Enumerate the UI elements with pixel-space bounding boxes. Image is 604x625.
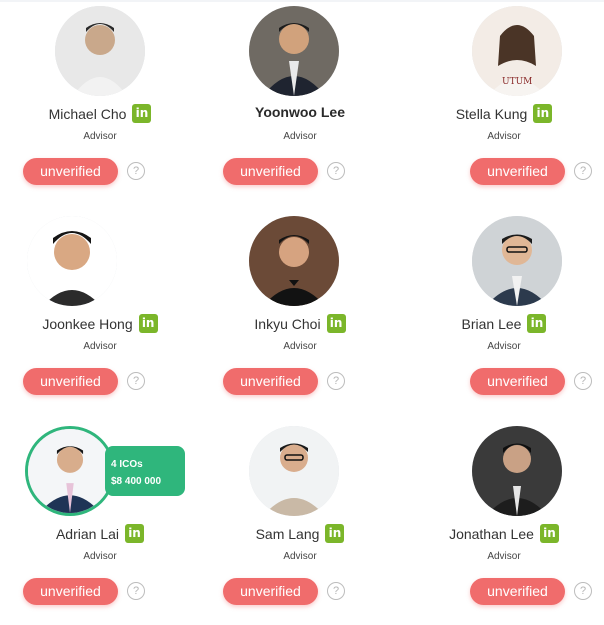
advisor-name: Adrian Lai bbox=[55, 525, 120, 542]
advisor-card: Sam Lang in Advisor unverified ? bbox=[200, 420, 400, 625]
avatar[interactable] bbox=[249, 216, 339, 306]
unverified-button[interactable]: unverified bbox=[23, 578, 118, 605]
avatar[interactable] bbox=[472, 426, 562, 516]
advisor-card: Joonkee Hong in Advisor unverified ? bbox=[0, 210, 200, 420]
question-circle-icon[interactable]: ? bbox=[327, 582, 345, 600]
avatar[interactable] bbox=[55, 6, 145, 96]
advisor-card: Jonathan Lee in Advisor unverified ? bbox=[404, 420, 604, 625]
advisor-name: Stella Kung bbox=[455, 105, 528, 122]
advisor-card: Brian Lee in Advisor unverified ? bbox=[404, 210, 604, 420]
advisor-role: Advisor bbox=[283, 551, 317, 562]
unverified-button[interactable]: unverified bbox=[470, 158, 565, 185]
advisor-name: Brian Lee bbox=[461, 315, 522, 332]
advisor-role: Advisor bbox=[487, 551, 521, 562]
unverified-button[interactable]: unverified bbox=[223, 578, 318, 605]
advisor-name: Jonathan Lee bbox=[449, 525, 534, 542]
ico-amount: $8 400 000 bbox=[111, 476, 162, 487]
unverified-button[interactable]: unverified bbox=[223, 158, 318, 185]
unverified-button[interactable]: unverified bbox=[223, 368, 318, 395]
question-circle-icon[interactable]: ? bbox=[574, 372, 592, 390]
avatar[interactable]: UTUM bbox=[472, 6, 562, 96]
avatar[interactable] bbox=[25, 426, 115, 516]
advisor-name: Inkyu Choi bbox=[254, 315, 321, 332]
linkedin-icon[interactable]: in bbox=[326, 314, 346, 333]
advisor-card: Inkyu Choi in Advisor unverified ? bbox=[200, 210, 400, 420]
advisor-role: Advisor bbox=[283, 131, 317, 142]
advisor-name: Joonkee Hong bbox=[42, 315, 133, 332]
svg-text:UTUM: UTUM bbox=[502, 77, 532, 87]
linkedin-icon[interactable]: in bbox=[125, 524, 145, 543]
linkedin-icon[interactable]: in bbox=[138, 314, 158, 333]
advisor-role: Advisor bbox=[487, 341, 521, 352]
advisor-card: Michael Cho in Advisor unverified ? bbox=[0, 0, 200, 210]
advisor-role: Advisor bbox=[83, 131, 117, 142]
advisor-card: UTUM Stella Kung in Advisor unverified ? bbox=[404, 0, 604, 210]
linkedin-icon[interactable]: in bbox=[132, 104, 152, 123]
question-circle-icon[interactable]: ? bbox=[127, 162, 145, 180]
linkedin-icon[interactable]: in bbox=[539, 524, 559, 543]
advisor-name: Sam Lang bbox=[255, 525, 320, 542]
avatar[interactable] bbox=[249, 6, 339, 96]
question-circle-icon[interactable]: ? bbox=[574, 582, 592, 600]
advisor-role: Advisor bbox=[283, 341, 317, 352]
linkedin-icon[interactable]: in bbox=[527, 314, 547, 333]
advisor-role: Advisor bbox=[83, 551, 117, 562]
unverified-button[interactable]: unverified bbox=[470, 368, 565, 395]
advisor-grid: Michael Cho in Advisor unverified ? Yoon… bbox=[0, 0, 604, 625]
unverified-button[interactable]: unverified bbox=[23, 158, 118, 185]
ico-stats-tooltip: 4 ICOs $8 400 000 bbox=[105, 446, 185, 496]
question-circle-icon[interactable]: ? bbox=[127, 372, 145, 390]
avatar[interactable] bbox=[27, 216, 117, 306]
advisor-name: Michael Cho bbox=[48, 105, 127, 122]
avatar[interactable] bbox=[472, 216, 562, 306]
advisor-role: Advisor bbox=[83, 341, 117, 352]
advisor-name: Yoonwoo Lee bbox=[255, 104, 345, 120]
advisor-card: Yoonwoo Lee Advisor unverified ? bbox=[200, 0, 400, 210]
question-circle-icon[interactable]: ? bbox=[327, 372, 345, 390]
unverified-button[interactable]: unverified bbox=[23, 368, 118, 395]
linkedin-icon[interactable]: in bbox=[533, 104, 553, 123]
avatar[interactable] bbox=[249, 426, 339, 516]
advisor-role: Advisor bbox=[487, 131, 521, 142]
question-circle-icon[interactable]: ? bbox=[327, 162, 345, 180]
unverified-button[interactable]: unverified bbox=[470, 578, 565, 605]
ico-count: 4 ICOs bbox=[111, 459, 143, 470]
question-circle-icon[interactable]: ? bbox=[127, 582, 145, 600]
question-circle-icon[interactable]: ? bbox=[574, 162, 592, 180]
linkedin-icon[interactable]: in bbox=[325, 524, 345, 543]
